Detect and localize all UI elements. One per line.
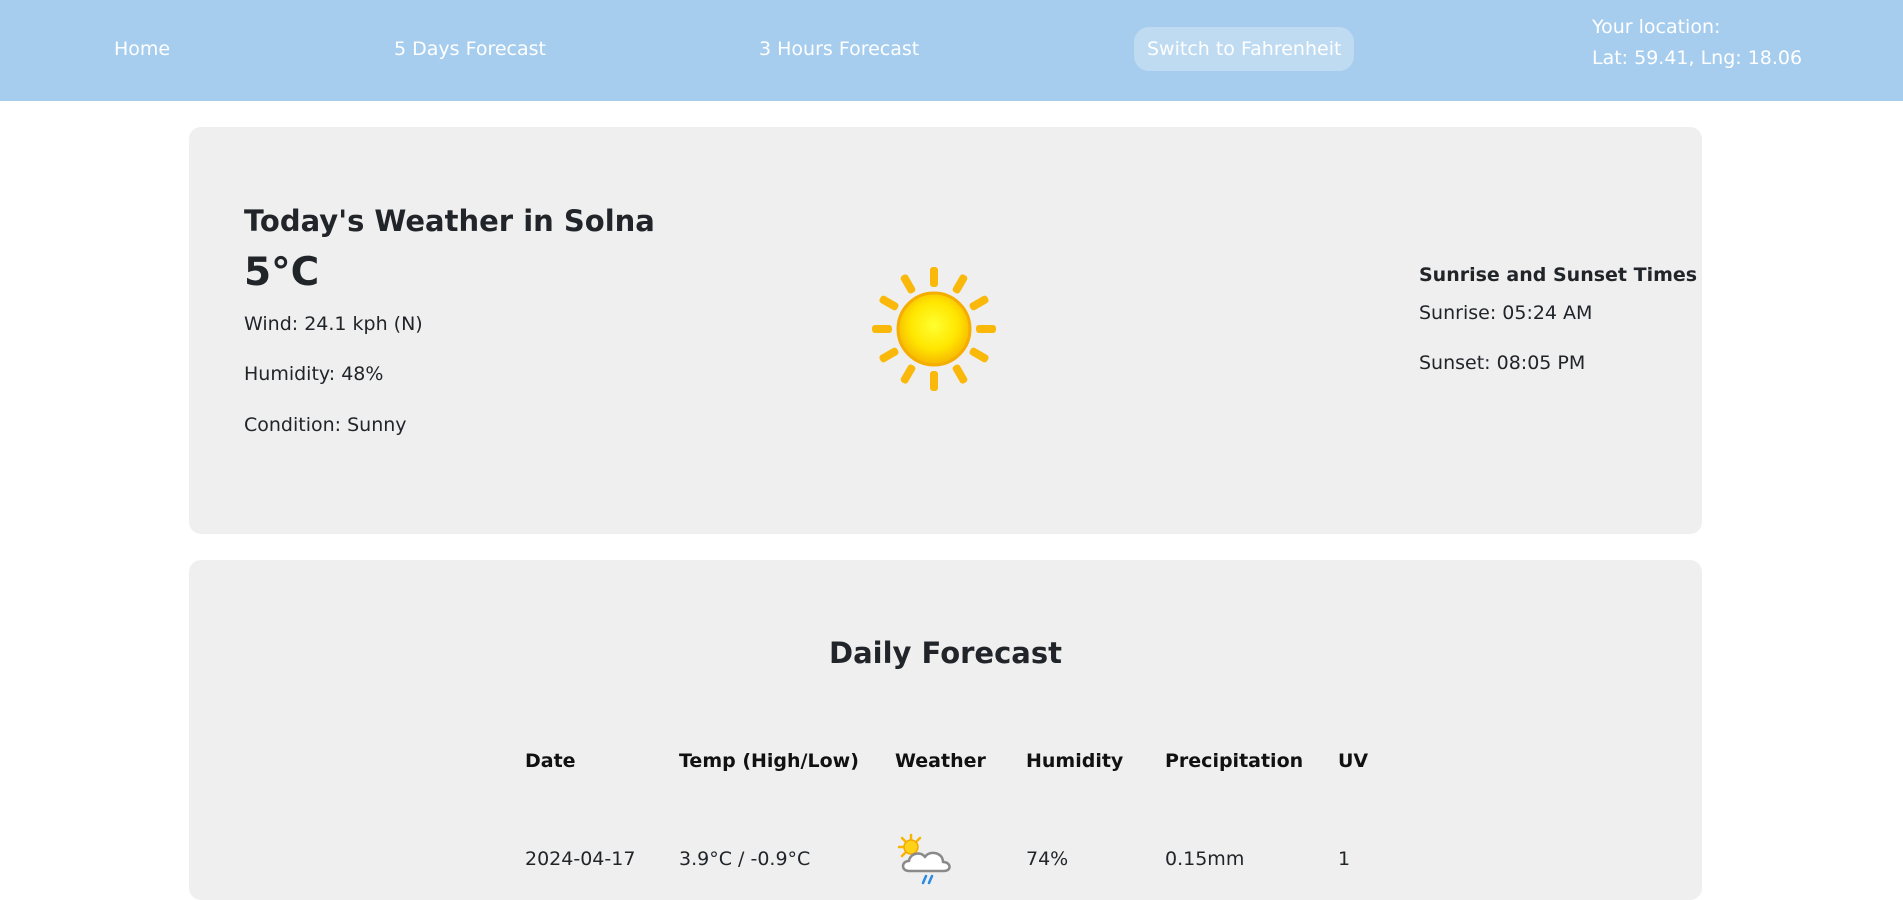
top-navbar: Home 5 Days Forecast 3 Hours Forecast Sw… (0, 0, 1903, 101)
header-weather: Weather (895, 750, 986, 772)
sun-icon (872, 267, 996, 391)
daily-forecast-card: Daily Forecast Date Temp (High/Low) Weat… (189, 560, 1702, 900)
switch-unit-button[interactable]: Switch to Fahrenheit (1134, 27, 1355, 71)
humidity-info: Humidity: 48% (244, 363, 384, 385)
header-humidity: Humidity (1026, 750, 1124, 772)
header-uv: UV (1338, 750, 1369, 772)
nav-5-days-forecast-link[interactable]: 5 Days Forecast (394, 38, 546, 60)
location-label: Your location: (1592, 16, 1721, 38)
row-precipitation: 0.15mm (1165, 848, 1245, 870)
nav-home-link[interactable]: Home (114, 38, 170, 60)
sun-cloud-rain-icon (897, 833, 951, 885)
location-display: Your location: Lat: 59.41, Lng: 18.06 (1592, 12, 1802, 74)
wind-info: Wind: 24.1 kph (N) (244, 313, 423, 335)
row-temp: 3.9°C / -0.9°C (679, 848, 811, 870)
sunset-time: Sunset: 08:05 PM (1419, 352, 1586, 374)
condition-info: Condition: Sunny (244, 414, 407, 436)
location-coords: Lat: 59.41, Lng: 18.06 (1592, 47, 1803, 69)
today-title: Today's Weather in Solna (244, 204, 655, 238)
header-precipitation: Precipitation (1165, 750, 1304, 772)
row-date: 2024-04-17 (525, 848, 636, 870)
row-uv: 1 (1338, 848, 1351, 870)
nav-3-hours-forecast-link[interactable]: 3 Hours Forecast (759, 38, 919, 60)
header-date: Date (525, 750, 576, 772)
daily-forecast-title: Daily Forecast (829, 636, 1062, 670)
sun-times-heading: Sunrise and Sunset Times (1419, 264, 1698, 286)
row-humidity: 74% (1026, 848, 1069, 870)
current-temperature: 5°C (244, 250, 320, 295)
today-weather-card: Today's Weather in Solna 5°C Wind: 24.1 … (189, 127, 1702, 534)
header-temp: Temp (High/Low) (679, 750, 859, 772)
sunrise-time: Sunrise: 05:24 AM (1419, 302, 1593, 324)
